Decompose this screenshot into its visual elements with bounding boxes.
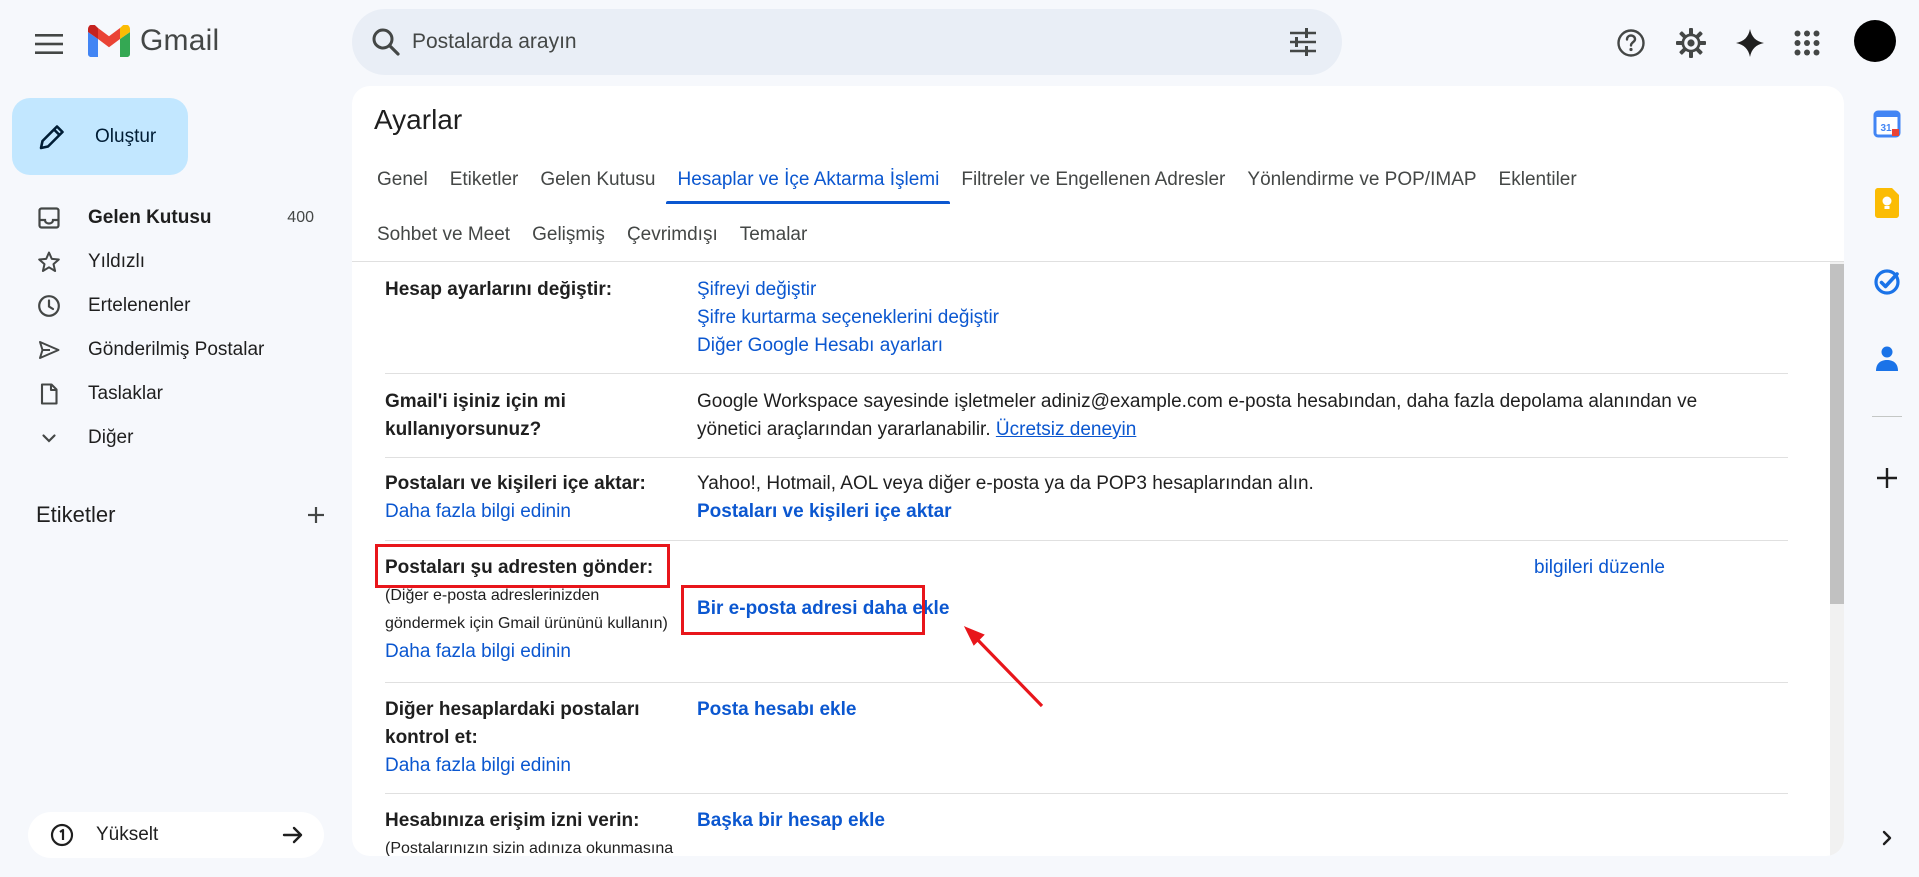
- sidebar-item-snoozed[interactable]: Ertelenenler: [0, 284, 322, 328]
- contacts-icon[interactable]: [1866, 337, 1908, 379]
- draft-icon: [36, 381, 62, 407]
- compose-button[interactable]: Oluştur: [12, 98, 188, 175]
- labels-title: Etiketler: [36, 502, 116, 527]
- search-options-icon[interactable]: [1286, 25, 1320, 59]
- pencil-icon: [39, 124, 64, 149]
- arrow-right-icon: [282, 826, 303, 844]
- apps-icon[interactable]: [1783, 19, 1831, 67]
- send-icon: [36, 337, 62, 363]
- compose-label: Oluştur: [95, 125, 157, 147]
- search-input[interactable]: [412, 9, 1262, 75]
- sidebar-item-more[interactable]: Diğer: [0, 416, 322, 460]
- plus-icon[interactable]: [306, 505, 326, 525]
- inbox-icon: [36, 205, 62, 231]
- sidebar-item-sent[interactable]: Gönderilmiş Postalar: [0, 328, 322, 372]
- sparkle-icon[interactable]: [1726, 19, 1774, 67]
- calendar-icon[interactable]: 31: [1866, 103, 1908, 145]
- upgrade-label: Yükselt: [96, 824, 159, 845]
- side-panel-rail: 31: [1856, 86, 1919, 877]
- sidebar-item-label: Ertelenenler: [88, 295, 191, 316]
- sidebar-nav: Gelen Kutusu 400 Yıldızlı Ertelenenler G…: [0, 196, 340, 460]
- tasks-icon[interactable]: [1866, 261, 1908, 303]
- chevron-down-icon: [36, 425, 62, 451]
- annotation-arrow: [963, 626, 1044, 708]
- labels-header: Etiketler: [36, 497, 326, 533]
- gmail-logo[interactable]: Gmail: [88, 24, 219, 58]
- sidebar-item-label: Taslaklar: [88, 383, 163, 404]
- calendar-day: 31: [1880, 123, 1892, 134]
- star-icon: [36, 249, 62, 275]
- upgrade-icon: [50, 823, 74, 847]
- gear-icon[interactable]: [1667, 19, 1715, 67]
- search-icon[interactable]: [370, 26, 402, 58]
- app-name: Gmail: [140, 24, 220, 57]
- top-bar: Gmail: [0, 0, 1919, 86]
- sidebar-item-drafts[interactable]: Taslaklar: [0, 372, 322, 416]
- help-icon[interactable]: [1607, 19, 1655, 67]
- sidebar-item-label: Diğer: [88, 427, 134, 448]
- sidebar-item-label: Gelen Kutusu: [88, 207, 212, 228]
- upgrade-button[interactable]: Yükselt: [28, 812, 324, 858]
- avatar[interactable]: [1854, 20, 1896, 62]
- chevron-right-icon[interactable]: [1866, 817, 1908, 859]
- settings-panel: Ayarlar Genel Etiketler Gelen Kutusu Hes…: [352, 86, 1844, 856]
- sidebar-item-starred[interactable]: Yıldızlı: [0, 240, 322, 284]
- search-bar: [352, 9, 1342, 75]
- plus-icon[interactable]: [1866, 457, 1908, 499]
- gmail-m-icon: [88, 25, 130, 57]
- menu-icon[interactable]: [25, 20, 73, 68]
- unread-count: 400: [287, 209, 314, 226]
- sidebar-item-label: Yıldızlı: [88, 251, 146, 272]
- sidebar-item-inbox[interactable]: Gelen Kutusu 400: [0, 196, 322, 240]
- sidebar-item-label: Gönderilmiş Postalar: [88, 339, 265, 360]
- rail-divider: [1872, 416, 1902, 417]
- clock-icon: [36, 293, 62, 319]
- keep-icon[interactable]: [1866, 182, 1908, 224]
